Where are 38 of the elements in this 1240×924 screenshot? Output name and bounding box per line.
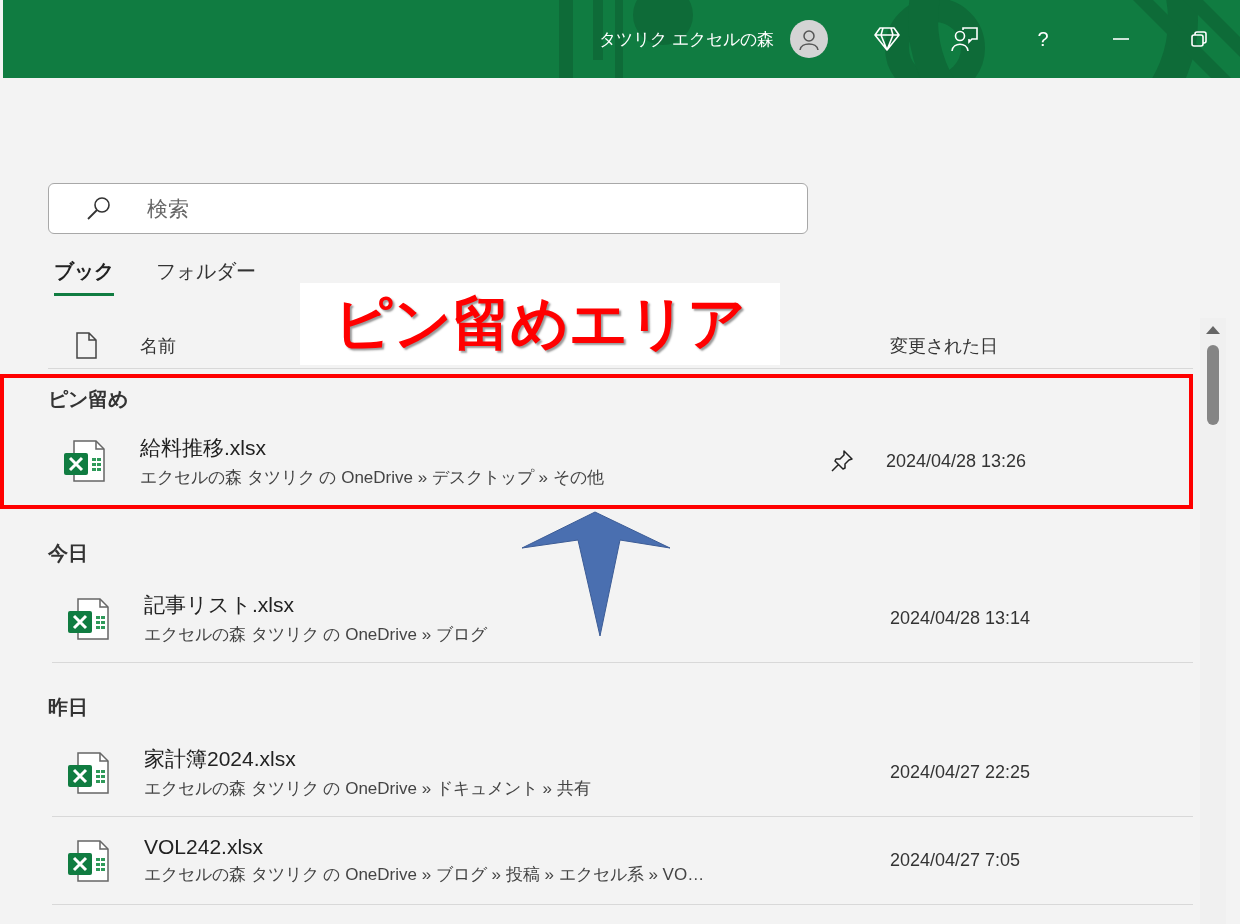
file-name[interactable]: 給料推移.xlsx: [140, 433, 811, 462]
file-name[interactable]: 家計簿2024.xlsx: [144, 745, 815, 773]
scrollbar-thumb[interactable]: [1207, 345, 1219, 425]
modified-date: 2024/04/27 22:25: [890, 762, 1032, 783]
person-icon: [798, 28, 820, 50]
column-header[interactable]: 変更された日: [890, 333, 998, 358]
restore-icon: [1191, 31, 1207, 47]
avatar-icon[interactable]: [790, 20, 828, 58]
person-speech-icon: [951, 26, 979, 52]
minimize-icon: [1113, 38, 1129, 40]
spreadsheet-file-icon: [62, 439, 106, 483]
annotation-label: ピン留めエリア: [300, 283, 780, 365]
file-icon: [76, 332, 97, 359]
column-header[interactable]: 名前: [140, 333, 176, 358]
file-path: エクセルの森 タツリク の OneDrive » ブログ » 投稿 » エクセル系 » VO…: [144, 864, 706, 886]
spreadsheet-file-icon: [66, 750, 110, 795]
tab[interactable]: ブック: [54, 254, 114, 296]
file-path: エクセルの森 タツリク の OneDrive » デスクトップ » その他: [140, 466, 605, 489]
user-name: タツリク エクセルの森: [599, 28, 774, 51]
pin-icon[interactable]: [831, 450, 853, 472]
spreadsheet-file-icon: [66, 596, 110, 641]
file-path: エクセルの森 タツリク の OneDrive » ブログ: [144, 624, 488, 646]
search-field[interactable]: 検索: [48, 183, 808, 234]
spreadsheet-file-icon: [66, 838, 110, 883]
search-icon: [86, 196, 111, 221]
file-name[interactable]: VOL242.xlsx: [144, 835, 815, 859]
scroll-up-icon[interactable]: [1205, 324, 1221, 335]
diamond-icon: [874, 26, 900, 52]
section-heading: 昨日: [48, 695, 88, 720]
modified-date: 2024/04/28 13:26: [886, 450, 1028, 472]
modified-date: 2024/04/27 7:05: [890, 850, 1022, 871]
modified-date: 2024/04/28 13:14: [890, 608, 1032, 629]
section-heading: 今日: [48, 541, 88, 566]
section-heading: ピン留め: [48, 387, 128, 412]
file-path: エクセルの森 タツリク の OneDrive » ドキュメント » 共有: [144, 778, 592, 800]
tab[interactable]: フォルダー: [156, 254, 256, 296]
help-button[interactable]: ?: [1004, 14, 1082, 64]
file-name[interactable]: 記事リスト.xlsx: [144, 591, 815, 619]
